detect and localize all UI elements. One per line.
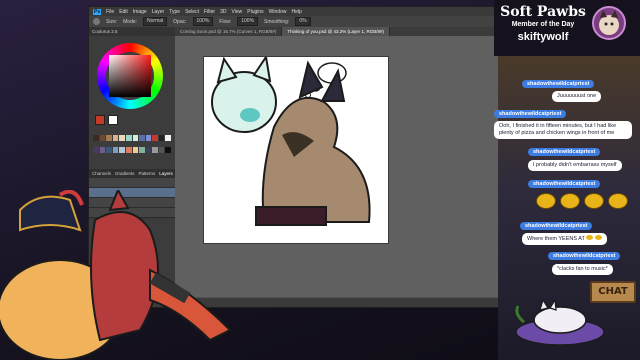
- emote-icon: [584, 193, 604, 209]
- smoothing-label: Smoothing:: [264, 18, 290, 25]
- chat-username[interactable]: shadowthewildcatpriest: [520, 222, 593, 230]
- menu-bar: Ps File Edit Image Layer Type Select Fil…: [89, 7, 499, 16]
- menu-view[interactable]: View: [232, 9, 243, 15]
- saturation-picker[interactable]: [109, 55, 151, 97]
- smoothing-field[interactable]: 0%: [295, 17, 311, 26]
- chat-username[interactable]: shadowthewildcatpriest: [494, 110, 567, 118]
- swatch[interactable]: [106, 135, 112, 141]
- chat-username[interactable]: shadowthewildcatpriest: [528, 148, 601, 156]
- chat-username[interactable]: shadowthewildcatpriest: [522, 80, 595, 88]
- flow-label: Flow:: [219, 18, 232, 25]
- menu-file[interactable]: File: [106, 9, 114, 15]
- menu-filter[interactable]: Filter: [204, 9, 215, 15]
- member-avatar: [592, 6, 626, 40]
- swatch[interactable]: [158, 135, 165, 141]
- doc-tab-coming-soon[interactable]: Coming Soon.psd @ 16.7% (Curves 1, RGB/8…: [175, 27, 283, 36]
- emote-icon: [608, 193, 628, 209]
- sleeping-cat-art: [515, 298, 605, 346]
- swatch[interactable]: [119, 135, 125, 141]
- swatch[interactable]: [139, 135, 145, 141]
- swatch[interactable]: [106, 146, 112, 153]
- doc-tab-thinking-of-you[interactable]: Thinking of you.psd @ 43.2% (Layer 1, RG…: [282, 27, 390, 36]
- swatch[interactable]: [93, 135, 99, 141]
- menu-edit[interactable]: Edit: [119, 9, 128, 15]
- swatch[interactable]: [152, 146, 158, 153]
- color-mode-buttons: [95, 115, 118, 125]
- ps-logo-icon: Ps: [93, 8, 102, 15]
- mode-label: Mode:: [123, 18, 138, 25]
- chat-message: Juuuuuuust one: [552, 91, 602, 102]
- menu-select[interactable]: Select: [185, 9, 199, 15]
- menu-layer[interactable]: Layer: [152, 9, 165, 15]
- background-swatch[interactable]: [108, 115, 118, 125]
- swatch[interactable]: [119, 146, 125, 153]
- opacity-field[interactable]: 100%: [192, 17, 214, 26]
- tab-channels[interactable]: Channels: [92, 171, 111, 176]
- header-username: skiftywolf: [517, 31, 569, 43]
- emote-icon: [536, 193, 556, 209]
- header-title: Soft Pawbs: [500, 4, 586, 20]
- emote-icon: [560, 193, 580, 209]
- layers-panel-tabs: Channels Gradients Patterns Layers: [89, 169, 175, 178]
- chat-message: Where them YEENS AT: [522, 233, 607, 245]
- swatch[interactable]: [112, 135, 119, 141]
- mode-select[interactable]: Normal: [143, 17, 168, 26]
- chat-message-text: Where them YEENS AT: [527, 236, 585, 242]
- swatch[interactable]: [158, 146, 165, 153]
- menu-type[interactable]: Type: [169, 9, 180, 15]
- document-tabs: Coming Soon.psd @ 16.7% (Curves 1, RGB/8…: [175, 27, 499, 36]
- swatch[interactable]: [125, 135, 132, 141]
- flow-field[interactable]: 100%: [237, 17, 259, 26]
- swatch[interactable]: [165, 146, 171, 153]
- chat-message: I probably didn't embarrass myself: [528, 160, 622, 171]
- tab-gradients[interactable]: Gradients: [115, 171, 135, 176]
- swatches-grid: [93, 135, 171, 157]
- menu-image[interactable]: Image: [133, 9, 147, 15]
- brush-tool-icon[interactable]: [93, 18, 100, 25]
- tab-layers[interactable]: Layers: [159, 171, 173, 176]
- emote-icon: [594, 235, 602, 240]
- swatch[interactable]: [139, 146, 145, 153]
- swatch[interactable]: [145, 135, 152, 141]
- chat-message: Ooh, I finished it in fifteen minutes, b…: [494, 121, 632, 139]
- swatch[interactable]: [132, 135, 139, 141]
- tab-patterns[interactable]: Patterns: [139, 171, 156, 176]
- menu-help[interactable]: Help: [291, 9, 301, 15]
- swatch[interactable]: [132, 146, 139, 153]
- swatch[interactable]: [99, 146, 106, 153]
- swatch[interactable]: [145, 146, 152, 153]
- header-subtitle: Member of the Day: [511, 21, 575, 28]
- chat-message: *clacks fan to music*: [552, 264, 613, 275]
- swatch[interactable]: [125, 146, 132, 153]
- emote-row: [536, 193, 628, 209]
- swatch[interactable]: [152, 135, 158, 141]
- swatch[interactable]: [165, 135, 171, 141]
- size-label: Size:: [106, 18, 118, 25]
- swatch[interactable]: [112, 146, 119, 153]
- foreground-swatch[interactable]: [95, 115, 105, 125]
- chat-username[interactable]: shadowthewildcatpriest: [528, 180, 601, 188]
- opacity-label: Opac:: [173, 18, 187, 25]
- menu-plugins[interactable]: Plugins: [247, 9, 263, 15]
- avatar-icon: [599, 10, 619, 35]
- layer-row[interactable]: [89, 178, 175, 188]
- colors-panel-title: Coolorus 2.5: [89, 27, 175, 36]
- menu-window[interactable]: Window: [269, 9, 287, 15]
- swatch[interactable]: [99, 135, 106, 141]
- chat-username[interactable]: shadowthewildcatpriest: [548, 252, 621, 260]
- overlay-characters-art: [0, 190, 232, 360]
- menu-3d[interactable]: 3D: [220, 9, 226, 15]
- swatch[interactable]: [93, 146, 99, 153]
- emote-icon: [586, 235, 594, 240]
